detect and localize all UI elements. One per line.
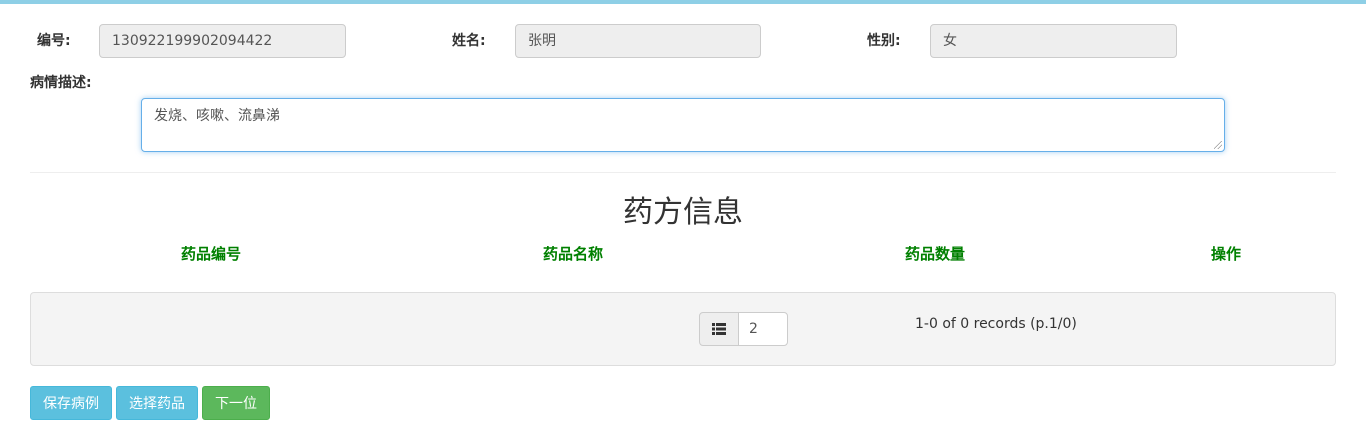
column-header-actions: 操作 — [1210, 245, 1242, 263]
description-label: 病情描述: — [30, 75, 92, 91]
prescription-title: 药方信息 — [623, 195, 743, 230]
section-divider — [30, 172, 1336, 173]
select-drug-button[interactable]: 选择药品 — [116, 386, 198, 420]
gender-label: 性别: — [867, 33, 901, 49]
resize-grip-icon[interactable] — [1214, 141, 1222, 149]
list-icon[interactable] — [699, 312, 739, 346]
next-patient-button[interactable]: 下一位 — [202, 386, 270, 420]
id-field[interactable]: 130922199902094422 — [99, 24, 346, 58]
column-header-drug-quantity: 药品数量 — [904, 245, 966, 263]
records-info: 1-0 of 0 records (p.1/0) — [915, 316, 1077, 332]
gender-field[interactable]: 女 — [930, 24, 1177, 58]
id-label: 编号: — [37, 33, 71, 49]
pagination-bar: 2 1-0 of 0 records (p.1/0) — [30, 292, 1336, 366]
column-header-drug-name: 药品名称 — [542, 245, 604, 263]
top-accent-bar — [0, 0, 1366, 4]
description-text: 发烧、咳嗽、流鼻涕 — [154, 108, 280, 124]
name-field[interactable]: 张明 — [515, 24, 761, 58]
column-header-drug-id: 药品编号 — [180, 245, 242, 263]
description-textarea[interactable]: 发烧、咳嗽、流鼻涕 — [141, 98, 1225, 152]
page-size-input[interactable]: 2 — [738, 312, 788, 346]
save-case-button[interactable]: 保存病例 — [30, 386, 112, 420]
name-label: 姓名: — [452, 33, 486, 49]
